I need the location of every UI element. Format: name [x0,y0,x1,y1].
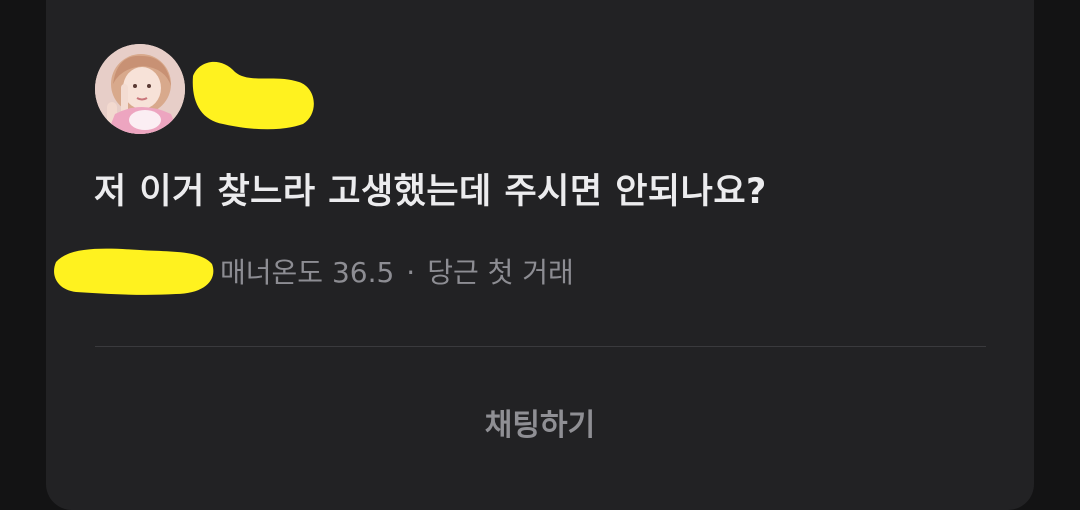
chat-button[interactable]: 채팅하기 [420,392,660,452]
trade-badge: 당근 첫 거래 [427,256,574,289]
avatar-photo [95,44,185,134]
manner-label: 매너온도 [220,256,324,289]
redacted-username [50,238,220,304]
trade-meta: 매너온도 36.5 · 당근 첫 거래 [220,253,574,293]
meta-separator: · [406,256,416,289]
offer-message: 저 이거 찾느라 고생했는데 주시면 안되나요? [94,172,767,212]
avatar[interactable] [95,44,185,134]
redacted-nickname [189,52,321,140]
divider [95,346,986,347]
manner-temperature: 36.5 [331,256,395,289]
